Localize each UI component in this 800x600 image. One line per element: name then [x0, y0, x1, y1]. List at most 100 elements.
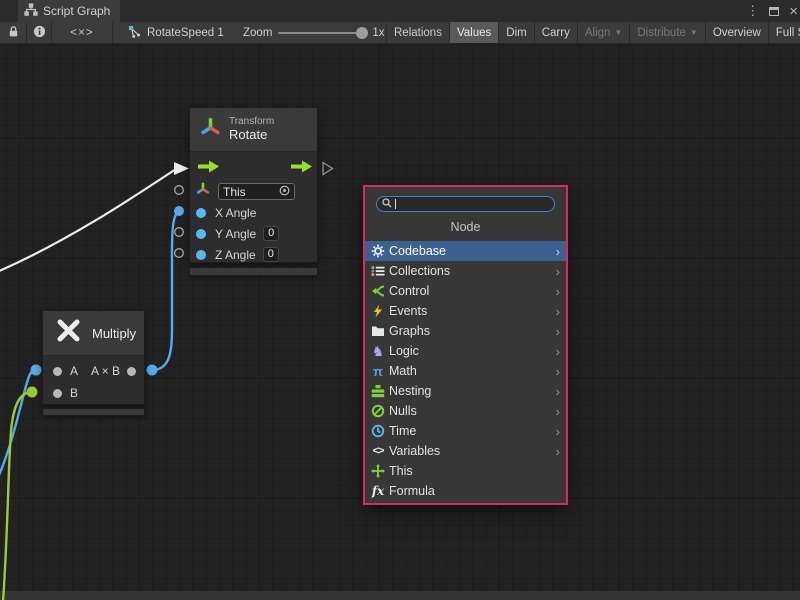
- port-dot-blue[interactable]: [196, 250, 206, 260]
- knight-icon: ♞: [370, 344, 386, 359]
- graph-ref-label: RotateSpeed 1: [147, 27, 224, 39]
- port-a-dot[interactable]: [53, 367, 62, 376]
- port-output-dot[interactable]: [127, 367, 136, 376]
- text-caret: [395, 199, 396, 209]
- folder-icon: [370, 324, 386, 339]
- unity-visual-scripting-window: Script Graph ⋮ × <×>: [0, 0, 800, 600]
- transform-axes-small-icon: [196, 182, 210, 201]
- toolbar-button-overview[interactable]: Overview: [705, 22, 768, 43]
- window-controls: ⋮ ×: [746, 0, 798, 22]
- lightning-icon: [370, 304, 386, 319]
- lock-icon: [7, 25, 20, 41]
- nesting-icon: [370, 384, 386, 399]
- rotate-node-header: Transform Rotate: [190, 108, 317, 152]
- finder-item-label: Variables: [389, 444, 556, 458]
- multiply-node-footer: [42, 408, 145, 416]
- port-row-x-angle: X Angle: [190, 202, 317, 223]
- finder-item-label: Math: [389, 364, 556, 378]
- control-output-arrow-icon[interactable]: [290, 160, 313, 178]
- control-input-arrow-icon[interactable]: [197, 160, 220, 178]
- node-title: Rotate: [229, 128, 274, 143]
- chevron-right-icon: ›: [556, 365, 560, 378]
- finder-item-variables[interactable]: <>Variables›: [365, 441, 566, 461]
- port-dot-blue[interactable]: [196, 208, 206, 218]
- port-b-label: B: [70, 386, 78, 400]
- finder-item-time[interactable]: Time›: [365, 421, 566, 441]
- chevron-right-icon: ›: [556, 305, 560, 318]
- toolbar-button-align[interactable]: Align▼: [577, 22, 630, 43]
- finder-item-nulls[interactable]: Nulls›: [365, 401, 566, 421]
- multiply-node-header: Multiply: [43, 311, 144, 356]
- chevron-right-icon: ›: [556, 325, 560, 338]
- variables-icon: <>: [370, 444, 386, 459]
- port-label: Y Angle: [215, 227, 256, 241]
- window-bottom-edge: [0, 591, 800, 600]
- node-transform-rotate[interactable]: Transform Rotate This X Ang: [189, 107, 318, 263]
- graph-reference[interactable]: RotateSpeed 1: [128, 22, 224, 43]
- dropdown-arrow-icon: ▼: [690, 28, 698, 37]
- node-multiply[interactable]: Multiply A A × B B: [42, 310, 145, 405]
- finder-item-label: Control: [389, 284, 556, 298]
- chevron-right-icon: ›: [556, 425, 560, 438]
- toolbar-button-values[interactable]: Values: [449, 22, 498, 43]
- chevron-right-icon: ›: [556, 385, 560, 398]
- toolbar-button-distribute[interactable]: Distribute▼: [629, 22, 705, 43]
- finder-item-control[interactable]: Control›: [365, 281, 566, 301]
- rotate-value-ports: X Angle Y Angle 0 Z Angle 0: [190, 202, 317, 265]
- port-a-label: A: [70, 364, 78, 378]
- zoom-slider[interactable]: [278, 32, 366, 34]
- toolbar-left: <×>: [0, 22, 113, 43]
- transform-axes-icon: [200, 117, 221, 143]
- finder-item-label: Logic: [389, 344, 556, 358]
- port-dot-blue[interactable]: [196, 229, 206, 239]
- finder-item-label: Codebase: [389, 244, 556, 258]
- tab-title: Script Graph: [43, 4, 110, 18]
- this-field-value: This: [223, 185, 246, 199]
- chevron-right-icon: ›: [556, 405, 560, 418]
- object-picker-icon[interactable]: [279, 185, 290, 199]
- close-icon[interactable]: ×: [789, 3, 798, 20]
- finder-item-nesting[interactable]: Nesting›: [365, 381, 566, 401]
- menu-icon[interactable]: ⋮: [746, 3, 759, 19]
- formula-icon: fx: [370, 484, 386, 499]
- code-view-button[interactable]: <×>: [52, 22, 113, 43]
- chevron-right-icon: ›: [556, 285, 560, 298]
- toolbar-button-full-screen[interactable]: Full Screen: [768, 22, 800, 43]
- finder-item-codebase[interactable]: Codebase›: [365, 241, 566, 261]
- finder-item-formula[interactable]: fxFormula: [365, 481, 566, 501]
- zoom-control: Zoom 1x: [243, 22, 385, 43]
- finder-item-label: Time: [389, 424, 556, 438]
- graph-toolbar: <×> RotateSpeed 1 Zoom 1x RelationsValue…: [0, 22, 800, 44]
- finder-item-math[interactable]: πMath›: [365, 361, 566, 381]
- graph-ref-icon: [128, 25, 141, 41]
- finder-item-list: Codebase›Collections›Control›Events›Grap…: [365, 241, 566, 501]
- port-value-field[interactable]: 0: [263, 247, 279, 262]
- toolbar-button-dim[interactable]: Dim: [498, 22, 533, 43]
- search-input[interactable]: [376, 196, 555, 212]
- multiply-x-icon: [55, 317, 82, 349]
- tab-bar: Script Graph ⋮ ×: [0, 0, 800, 22]
- zoom-slider-handle[interactable]: [356, 27, 368, 39]
- this-object-field[interactable]: This: [218, 183, 295, 200]
- finder-item-label: Events: [389, 304, 556, 318]
- finder-item-logic[interactable]: ♞Logic›: [365, 341, 566, 361]
- toolbar-button-carry[interactable]: Carry: [534, 22, 577, 43]
- info-button[interactable]: [27, 22, 52, 43]
- chevron-right-icon: ›: [556, 445, 560, 458]
- list-icon: [370, 264, 386, 279]
- maximize-icon[interactable]: [769, 7, 779, 16]
- rotate-node-footer: [189, 267, 318, 276]
- finder-item-this[interactable]: This: [365, 461, 566, 481]
- port-b-dot[interactable]: [53, 389, 62, 398]
- port-label: Z Angle: [215, 248, 256, 262]
- finder-item-graphs[interactable]: Graphs›: [365, 321, 566, 341]
- finder-item-collections[interactable]: Collections›: [365, 261, 566, 281]
- port-value-field[interactable]: 0: [263, 226, 279, 241]
- clock-icon: [370, 424, 386, 439]
- tab-script-graph[interactable]: Script Graph: [18, 0, 120, 22]
- finder-item-events[interactable]: Events›: [365, 301, 566, 321]
- toolbar-button-relations[interactable]: Relations: [386, 22, 449, 43]
- lock-button[interactable]: [0, 22, 27, 43]
- finder-header: Node: [365, 214, 566, 241]
- search-icon: [382, 195, 392, 213]
